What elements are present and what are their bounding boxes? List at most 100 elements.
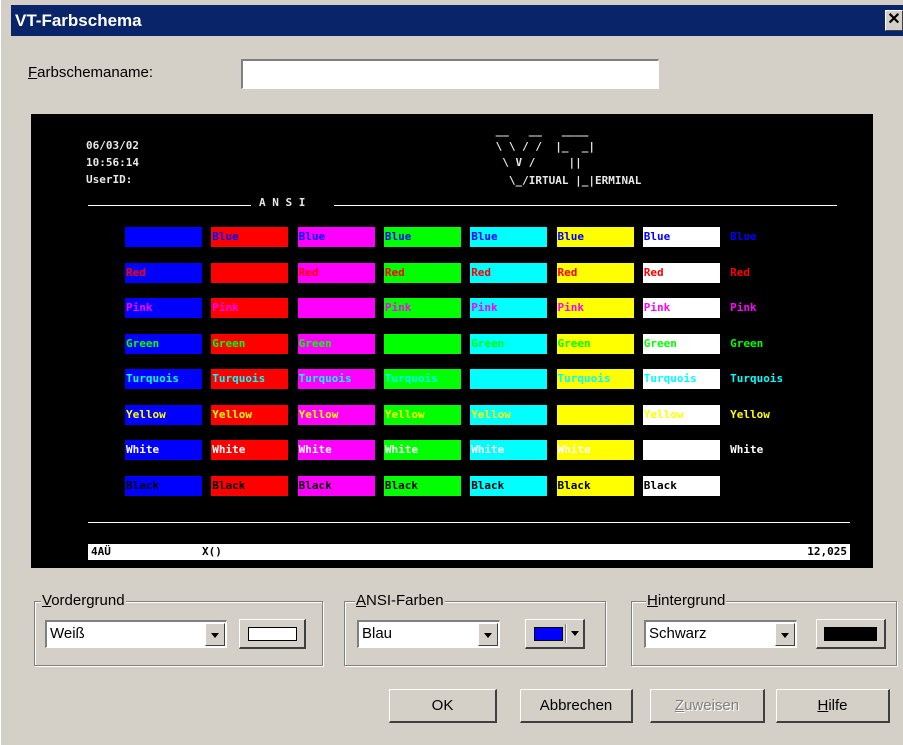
color-swatch-pink-on-pink [297, 298, 375, 318]
background-color-swatch [824, 627, 877, 641]
color-swatch-turquois-on-blue: Turquois [125, 369, 202, 389]
background-color-button[interactable] [816, 619, 886, 649]
color-swatch-blue-on-white: Blue [642, 227, 720, 247]
color-swatch-turquois-on-black: Turquois [729, 369, 807, 389]
vt-logo-line: __ __ ____ [489, 124, 595, 137]
color-swatch-white-on-pink: White [297, 440, 375, 460]
cancel-button[interactable]: Abbrechen [520, 689, 633, 723]
color-swatch-black-on-yellow: Black [556, 475, 634, 496]
color-swatch-black-on-turquois: Black [470, 475, 548, 496]
ansi-color-divider [565, 624, 567, 643]
scheme-name-input[interactable] [241, 59, 659, 89]
status-left1: 4AÜ [91, 545, 111, 558]
color-swatch-blue-on-red: Blue [211, 227, 289, 247]
vt-logo-line: \ V / || [489, 156, 595, 169]
color-swatch-red-on-green: Red [383, 262, 461, 283]
close-button[interactable]: ✕ [885, 10, 903, 31]
title-bar[interactable]: VT-Farbschema [11, 5, 903, 36]
foreground-select[interactable]: Weiß [45, 620, 227, 648]
chevron-down-icon [571, 631, 579, 636]
chevron-down-icon[interactable] [478, 623, 498, 646]
color-swatch-red-on-pink: Red [297, 262, 375, 283]
terminal-date: 06/03/02 [86, 139, 139, 152]
bottom-divider [88, 522, 850, 523]
vt-color-scheme-dialog: VT-Farbschema ✕ Farbschemaname: 06/03/02… [0, 0, 903, 745]
color-swatch-yellow-on-black: Yellow [729, 404, 807, 425]
scheme-name-label: Farbschemaname: [28, 64, 154, 81]
color-swatch-yellow-on-red: Yellow [211, 404, 289, 425]
color-swatch-black-on-black [729, 475, 807, 496]
color-swatch-black-on-pink: Black [297, 475, 375, 496]
color-swatch-red-on-yellow: Red [556, 262, 634, 283]
color-swatch-black-on-green: Black [383, 475, 461, 496]
color-swatch-yellow-on-turquois: Yellow [470, 404, 548, 425]
ansi-color-swatch [534, 627, 563, 641]
color-swatch-turquois-on-green: Turquois [383, 369, 461, 389]
ansi-divider-left [88, 205, 251, 206]
foreground-color-button[interactable] [239, 619, 306, 649]
color-swatch-yellow-on-blue: Yellow [125, 404, 202, 425]
assign-button[interactable]: Zuweisen [650, 689, 765, 723]
color-swatch-black-on-blue: Black [125, 475, 202, 496]
color-swatch-pink-on-blue: Pink [125, 298, 202, 318]
ansi-label: A N S I [259, 196, 306, 209]
status-left2: X() [202, 545, 222, 558]
color-swatch-red-on-red [211, 262, 289, 283]
color-swatch-pink-on-turquois: Pink [470, 298, 548, 318]
ansi-color-select[interactable]: Blau [357, 620, 500, 648]
background-label: Hintergrund [646, 592, 727, 609]
color-swatch-blue-on-yellow: Blue [556, 227, 634, 247]
color-swatch-blue-on-pink: Blue [297, 227, 375, 247]
ansi-color-button[interactable] [525, 619, 585, 649]
color-swatch-black-on-red: Black [211, 475, 289, 496]
color-swatch-green-on-red: Green [211, 333, 289, 354]
color-swatch-green-on-turquois: Green [470, 333, 548, 354]
color-swatch-white-on-black: White [729, 440, 807, 460]
terminal-time: 10:56:14 [86, 156, 139, 169]
color-swatch-pink-on-yellow: Pink [556, 298, 634, 318]
background-select[interactable]: Schwarz [644, 620, 797, 648]
color-swatch-white-on-blue: White [125, 440, 202, 460]
color-swatch-pink-on-green: Pink [383, 298, 461, 318]
foreground-color-swatch [248, 627, 297, 641]
terminal-status-bar: 4AÜ X() 12,025 [88, 544, 850, 560]
color-swatch-yellow-on-pink: Yellow [297, 404, 375, 425]
window-title: VT-Farbschema [15, 11, 142, 30]
color-swatch-black-on-white: Black [642, 475, 720, 496]
color-swatch-turquois-on-red: Turquois [211, 369, 289, 389]
color-swatch-blue-on-turquois: Blue [470, 227, 548, 247]
terminal-preview: 06/03/02 10:56:14 UserID: __ __ ____ \ \… [31, 114, 873, 568]
color-swatch-yellow-on-yellow [556, 404, 634, 425]
color-swatch-pink-on-black: Pink [729, 298, 807, 318]
color-swatch-red-on-white: Red [642, 262, 720, 283]
color-swatch-green-on-pink: Green [297, 333, 375, 354]
color-swatch-white-on-yellow: White [556, 440, 634, 460]
color-swatch-pink-on-white: Pink [642, 298, 720, 318]
color-swatch-white-on-turquois: White [470, 440, 548, 460]
color-swatch-green-on-white: Green [642, 333, 720, 354]
color-swatch-blue-on-blue [125, 227, 202, 247]
color-swatch-turquois-on-white: Turquois [642, 369, 720, 389]
color-swatch-green-on-yellow: Green [556, 333, 634, 354]
status-right: 12,025 [807, 545, 847, 558]
color-swatch-red-on-blue: Red [125, 262, 202, 283]
foreground-label: Vordergrund [41, 592, 126, 609]
ok-button[interactable]: OK [389, 689, 497, 723]
chevron-down-icon[interactable] [205, 623, 225, 646]
color-swatch-blue-on-green: Blue [383, 227, 461, 247]
help-button[interactable]: Hilfe [776, 689, 890, 723]
terminal-userid: UserID: [86, 173, 133, 186]
color-swatch-blue-on-black: Blue [729, 227, 807, 247]
color-swatch-red-on-turquois: Red [470, 262, 548, 283]
chevron-down-icon[interactable] [775, 623, 795, 646]
vt-logo-line: \ \ / / |_ _| [489, 140, 595, 153]
color-swatch-white-on-white [642, 440, 720, 460]
color-swatch-turquois-on-turquois [470, 369, 548, 389]
color-swatch-white-on-green: White [383, 440, 461, 460]
ansi-divider-right [334, 205, 837, 206]
color-swatch-pink-on-red: Pink [211, 298, 289, 318]
close-icon: ✕ [887, 11, 901, 28]
color-swatch-green-on-green [383, 333, 461, 354]
color-swatch-yellow-on-green: Yellow [383, 404, 461, 425]
color-swatch-turquois-on-pink: Turquois [297, 369, 375, 389]
